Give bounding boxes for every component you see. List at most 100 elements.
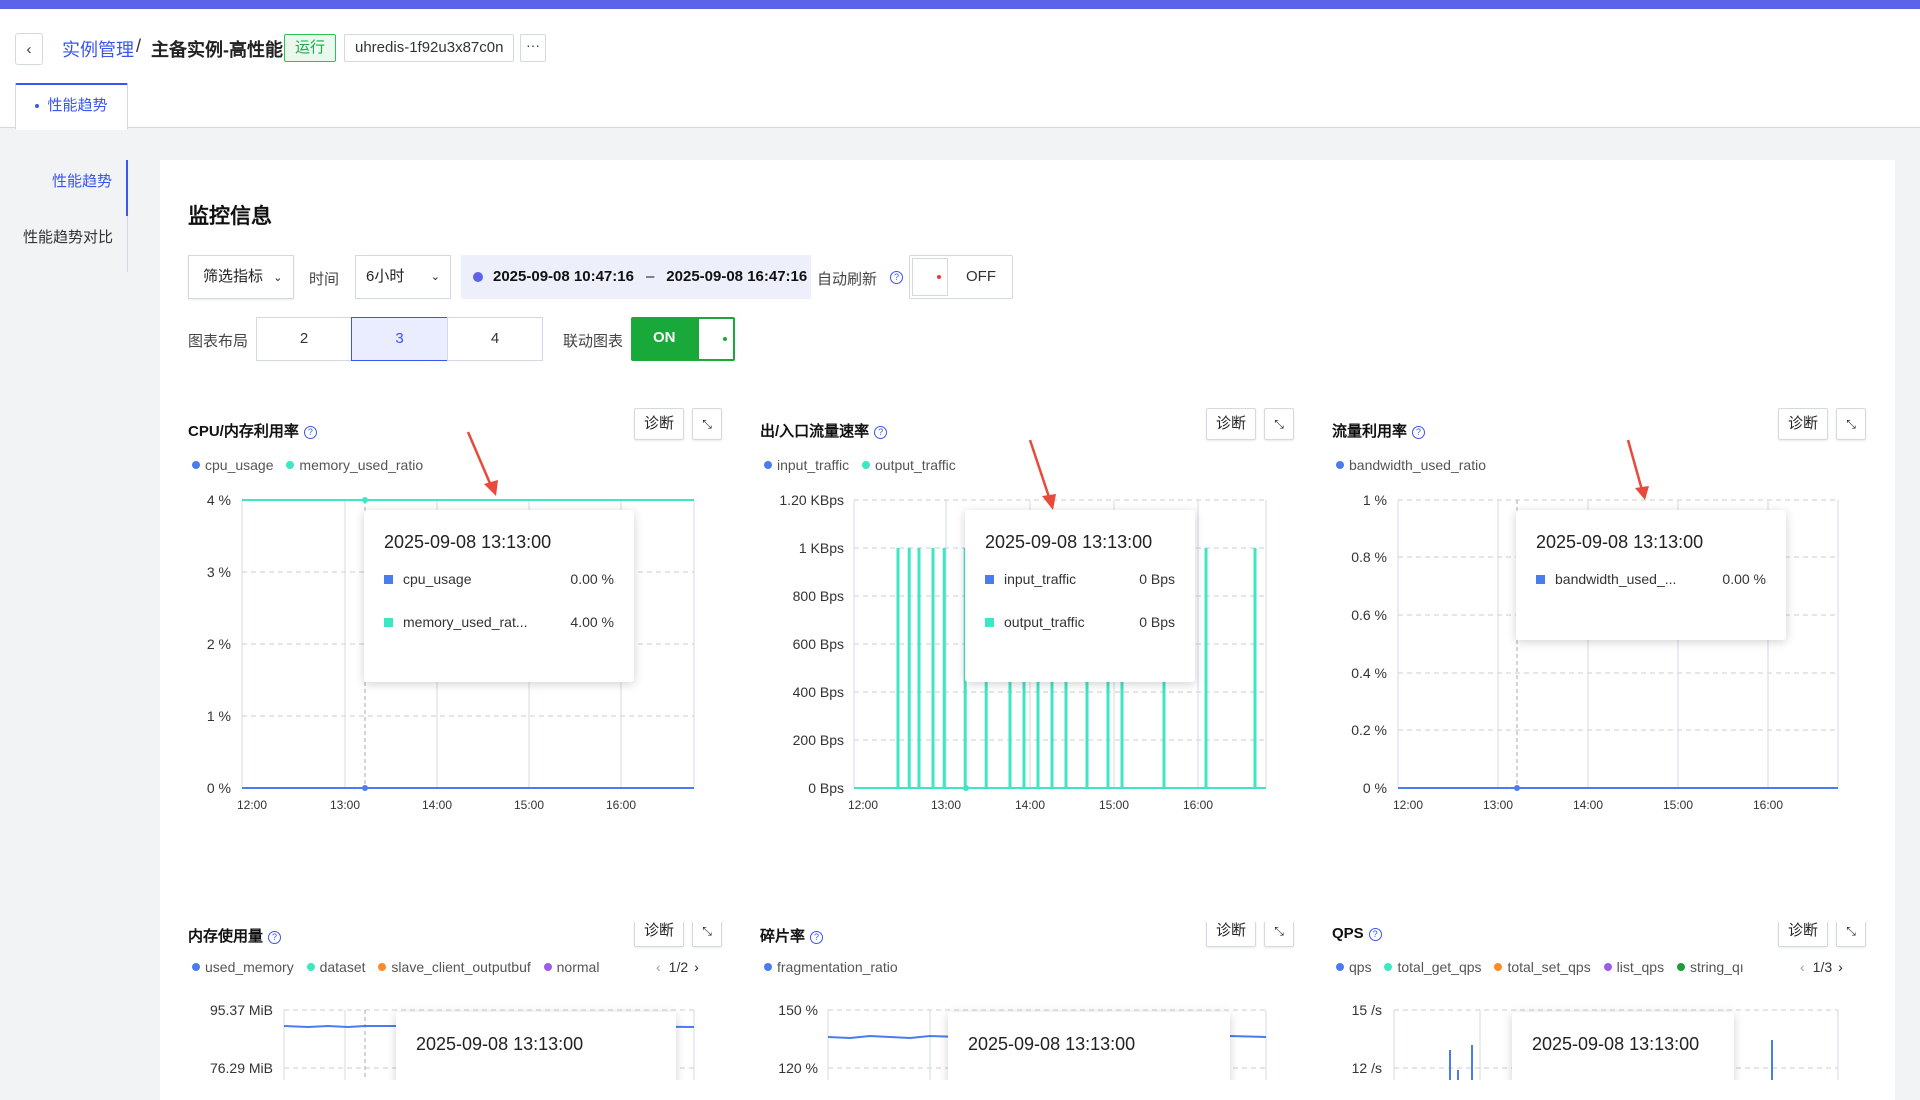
red-arrow-annotation bbox=[466, 431, 498, 496]
layout-option-2[interactable]: 2 bbox=[256, 317, 352, 361]
diagnose-button[interactable]: 诊断 bbox=[634, 408, 684, 440]
expand-icon[interactable]: ⤡ bbox=[1264, 922, 1294, 947]
x-tick-label: 15:00 bbox=[1099, 798, 1129, 812]
x-tick-label: 16:00 bbox=[1753, 798, 1783, 812]
expand-icon[interactable]: ⤡ bbox=[1836, 408, 1866, 440]
tooltip-row: output_traffic 0 Bps bbox=[985, 614, 1175, 636]
auto-refresh-toggle[interactable]: OFF bbox=[909, 255, 1013, 299]
legend-item[interactable]: used_memory bbox=[192, 959, 294, 975]
chevron-right-icon[interactable]: › bbox=[1838, 959, 1843, 975]
status-badge: 运行 bbox=[284, 34, 337, 62]
help-icon[interactable]: ? bbox=[890, 271, 903, 284]
x-tick-label: 13:00 bbox=[330, 798, 360, 812]
layout-option-label: 2 bbox=[299, 330, 309, 347]
sidebar-item-comparison[interactable]: 性能趋势对比 bbox=[0, 216, 128, 272]
diagnose-button[interactable]: 诊断 bbox=[1206, 922, 1256, 947]
chevron-left-icon[interactable]: ‹ bbox=[656, 959, 661, 975]
legend-item[interactable]: qps bbox=[1336, 959, 1372, 975]
expand-icon[interactable]: ⤡ bbox=[1264, 408, 1294, 440]
top-accent-bar bbox=[0, 0, 1920, 9]
expand-icon[interactable]: ⤡ bbox=[692, 922, 722, 947]
layout-label: 图表布局 bbox=[188, 333, 249, 350]
legend-item[interactable]: dataset bbox=[306, 959, 366, 975]
layout-option-3[interactable]: 3 bbox=[351, 317, 448, 361]
legend: fragmentation_ratio bbox=[764, 959, 907, 975]
filter-metrics-dropdown[interactable]: 筛选指标 ⌄ bbox=[188, 255, 294, 299]
help-icon[interactable]: ? bbox=[874, 426, 888, 439]
panel-fragmentation: 碎片率? 诊断 ⤡ fragmentation_ratio 150 % 120 … bbox=[760, 922, 1300, 1080]
expand-icon[interactable]: ⤡ bbox=[692, 408, 722, 440]
toggle-red-dot-icon bbox=[937, 275, 941, 279]
y-tick-label: 800 Bps bbox=[793, 588, 844, 604]
x-tick-label: 15:00 bbox=[514, 798, 544, 812]
help-icon[interactable]: ? bbox=[303, 426, 317, 439]
y-axis-labels: 15 /s 12 /s bbox=[1352, 1002, 1382, 1076]
legend-item[interactable]: normal bbox=[543, 959, 600, 975]
panel-title: 碎片率? bbox=[760, 925, 824, 946]
diagnose-button[interactable]: 诊断 bbox=[1206, 408, 1256, 440]
legend-item[interactable]: list_qps bbox=[1603, 959, 1664, 975]
help-icon[interactable]: ? bbox=[1368, 928, 1382, 941]
diagnose-button[interactable]: 诊断 bbox=[634, 922, 684, 947]
time-value: 6小时 bbox=[366, 268, 405, 285]
legend-item[interactable]: cpu_usage bbox=[192, 457, 274, 473]
chevron-left-icon[interactable]: ‹ bbox=[1800, 959, 1805, 975]
time-select[interactable]: 6小时 ⌄ bbox=[355, 255, 451, 299]
y-tick-label: 12 /s bbox=[1352, 1060, 1382, 1076]
data-point bbox=[963, 785, 969, 791]
x-tick-label: 16:00 bbox=[1183, 798, 1213, 812]
legend: cpu_usage memory_used_ratio bbox=[192, 457, 432, 473]
tab-label: 性能趋势 bbox=[47, 97, 108, 114]
legend-item[interactable]: memory_used_ratio bbox=[286, 457, 423, 473]
tooltip-time: 2025-09-08 13:13:00 bbox=[416, 1034, 584, 1054]
legend-item[interactable]: bandwidth_used_ratio bbox=[1336, 457, 1486, 473]
legend-item[interactable]: total_get_qps bbox=[1384, 959, 1482, 975]
tooltip-row: cpu_usage 0.00 % bbox=[384, 571, 614, 593]
tooltip-series-name: bandwidth_used_... bbox=[1555, 571, 1677, 587]
legend-pager: ‹ 1/3 › bbox=[1792, 959, 1849, 975]
legend-label: normal bbox=[556, 959, 600, 975]
section-title: 监控信息 bbox=[188, 205, 272, 228]
legend-item[interactable]: total_set_qps bbox=[1494, 959, 1591, 975]
y-tick-label: 0 Bps bbox=[808, 780, 844, 796]
help-icon[interactable]: ? bbox=[268, 931, 282, 944]
panel-title: 流量利用率? bbox=[1332, 420, 1426, 441]
legend-item[interactable]: string_qı bbox=[1676, 959, 1744, 975]
legend-label: total_get_qps bbox=[1397, 959, 1482, 975]
chevron-right-icon[interactable]: › bbox=[694, 959, 699, 975]
diagnose-button[interactable]: 诊断 bbox=[1778, 408, 1828, 440]
x-axis-labels: 12:00 13:00 14:00 15:00 16:00 bbox=[848, 798, 1213, 812]
sidebar-item-performance[interactable]: 性能趋势 bbox=[0, 160, 128, 216]
legend-item[interactable]: input_traffic bbox=[764, 457, 849, 473]
x-tick-label: 14:00 bbox=[1573, 798, 1603, 812]
x-axis-labels: 12:00 13:00 14:00 15:00 16:00 bbox=[237, 798, 636, 812]
panel-title-text: 碎片率 bbox=[760, 928, 806, 945]
more-actions-button[interactable]: ··· bbox=[520, 34, 546, 62]
diagnose-button[interactable]: 诊断 bbox=[1778, 922, 1828, 947]
y-tick-label: 0.2 % bbox=[1351, 722, 1387, 738]
chevron-down-icon: ⌄ bbox=[273, 272, 283, 284]
breadcrumb-parent-link[interactable]: 实例管理 bbox=[62, 36, 134, 62]
data-point bbox=[362, 785, 368, 791]
tooltip-row: input_traffic 0 Bps bbox=[985, 571, 1175, 593]
data-point bbox=[1514, 785, 1520, 791]
legend: qps total_get_qps total_set_qps list_qps… bbox=[1336, 959, 1776, 975]
legend-item[interactable]: fragmentation_ratio bbox=[764, 959, 898, 975]
y-tick-label: 1 % bbox=[1363, 492, 1387, 508]
legend-item[interactable]: slave_client_outputbuf bbox=[378, 959, 531, 975]
data-point bbox=[362, 497, 368, 503]
tooltip-series-name: input_traffic bbox=[1004, 571, 1077, 587]
legend-item[interactable]: output_traffic bbox=[862, 457, 956, 473]
help-icon[interactable]: ? bbox=[810, 931, 824, 944]
legend-label: used_memory bbox=[205, 959, 294, 975]
layout-option-4[interactable]: 4 bbox=[447, 317, 543, 361]
legend-label: output_traffic bbox=[875, 457, 956, 473]
tab-performance[interactable]: 性能趋势 bbox=[15, 83, 128, 130]
expand-icon[interactable]: ⤡ bbox=[1836, 922, 1866, 947]
back-button[interactable]: ‹ bbox=[15, 33, 43, 65]
range-separator: – bbox=[645, 268, 655, 285]
link-charts-toggle[interactable]: ON bbox=[631, 317, 735, 361]
help-icon[interactable]: ? bbox=[1412, 426, 1426, 439]
panel-cpu-memory: CPU/内存利用率? 诊断 ⤡ cpu_usage memory_used_ra… bbox=[188, 408, 728, 890]
time-range-picker[interactable]: 2025-09-08 10:47:16–2025-09-08 16:47:16 bbox=[461, 255, 811, 299]
